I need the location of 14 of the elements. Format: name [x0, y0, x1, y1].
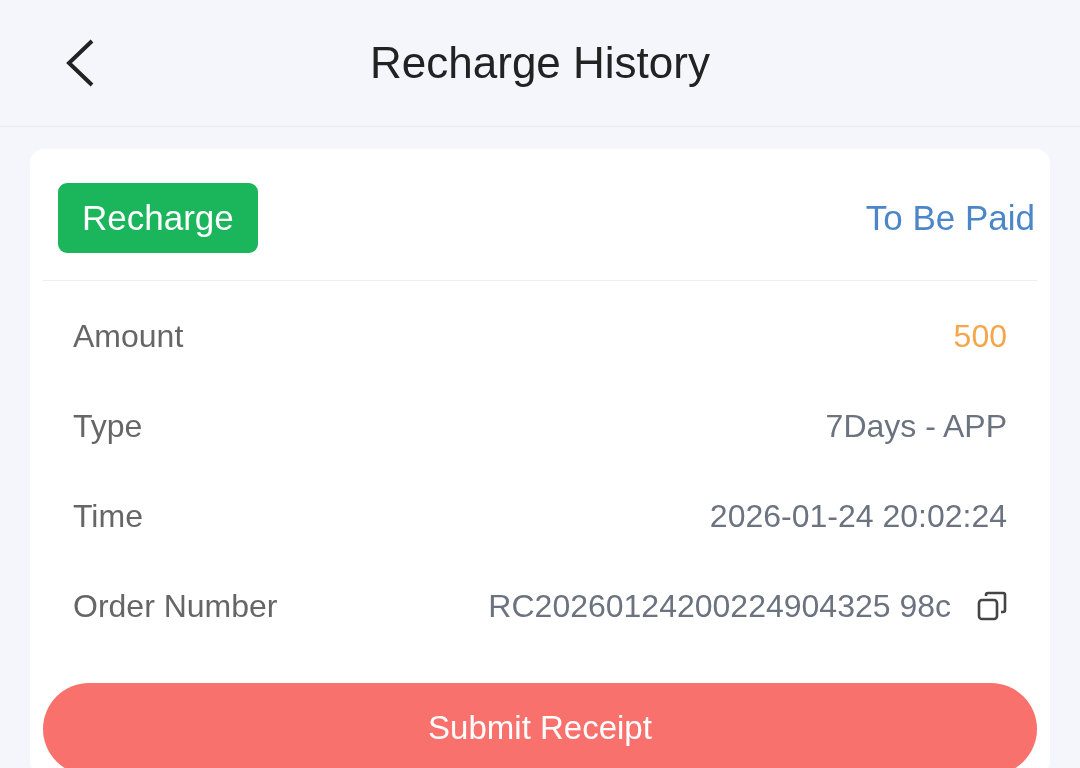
field-label: Amount [73, 317, 184, 355]
field-value: 500 [953, 317, 1007, 355]
field-value: 7Days - APP [825, 407, 1007, 445]
submit-receipt-button[interactable]: Submit Receipt [43, 683, 1037, 768]
back-icon[interactable] [64, 38, 96, 88]
field-label: Time [73, 497, 143, 535]
field-label: Order Number [73, 587, 278, 625]
page-title: Recharge History [370, 38, 710, 88]
field-value: 2026-01-24 20:02:24 [709, 497, 1007, 535]
copy-icon[interactable] [977, 591, 1007, 621]
type-badge: Recharge [58, 183, 258, 253]
field-label: Type [73, 407, 143, 445]
field-value: RC20260124200224904325 98c [488, 587, 951, 625]
status-label: To Be Paid [865, 198, 1035, 238]
